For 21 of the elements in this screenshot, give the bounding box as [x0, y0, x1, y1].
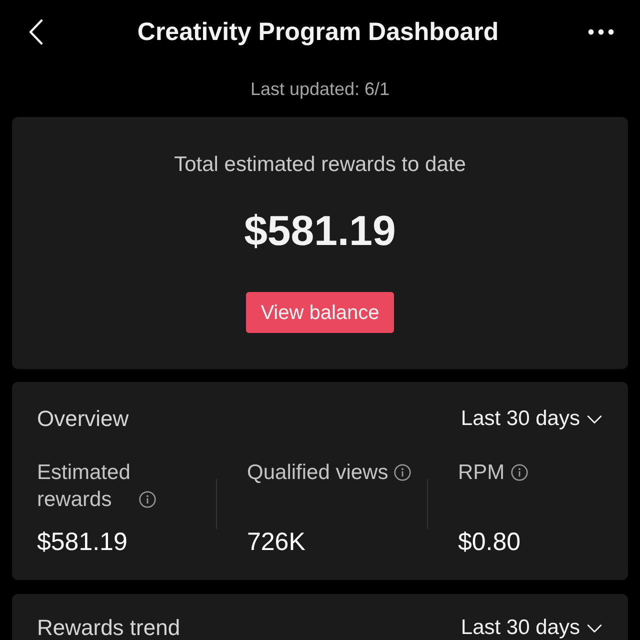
metric-value: 726K	[247, 527, 306, 557]
chevron-down-icon	[587, 624, 602, 632]
metric-label: RPM	[458, 460, 505, 486]
rewards-trend-title: Rewards trend	[37, 616, 180, 640]
page-title: Creativity Program Dashboard	[137, 17, 499, 47]
info-icon[interactable]	[394, 464, 412, 481]
info-icon[interactable]	[510, 464, 528, 481]
period-dropdown[interactable]: Last 30 days	[460, 407, 602, 431]
total-rewards-label: Total estimated rewards to date	[174, 153, 466, 177]
period-dropdown[interactable]: Last 30 days	[460, 616, 602, 640]
metric-value: $581.19	[37, 527, 128, 557]
more-icon	[588, 29, 614, 35]
last-updated-text: Last updated: 6/1	[250, 78, 390, 100]
metric-label: Qualified views	[247, 460, 388, 486]
metric-value: $0.80	[458, 527, 521, 557]
metric-label: Estimated rewards	[37, 460, 132, 513]
overview-title: Overview	[37, 406, 129, 432]
chevron-down-icon	[587, 414, 602, 424]
back-chevron-icon	[29, 19, 43, 45]
info-icon[interactable]	[139, 491, 156, 508]
total-rewards-amount: $581.19	[244, 206, 396, 256]
